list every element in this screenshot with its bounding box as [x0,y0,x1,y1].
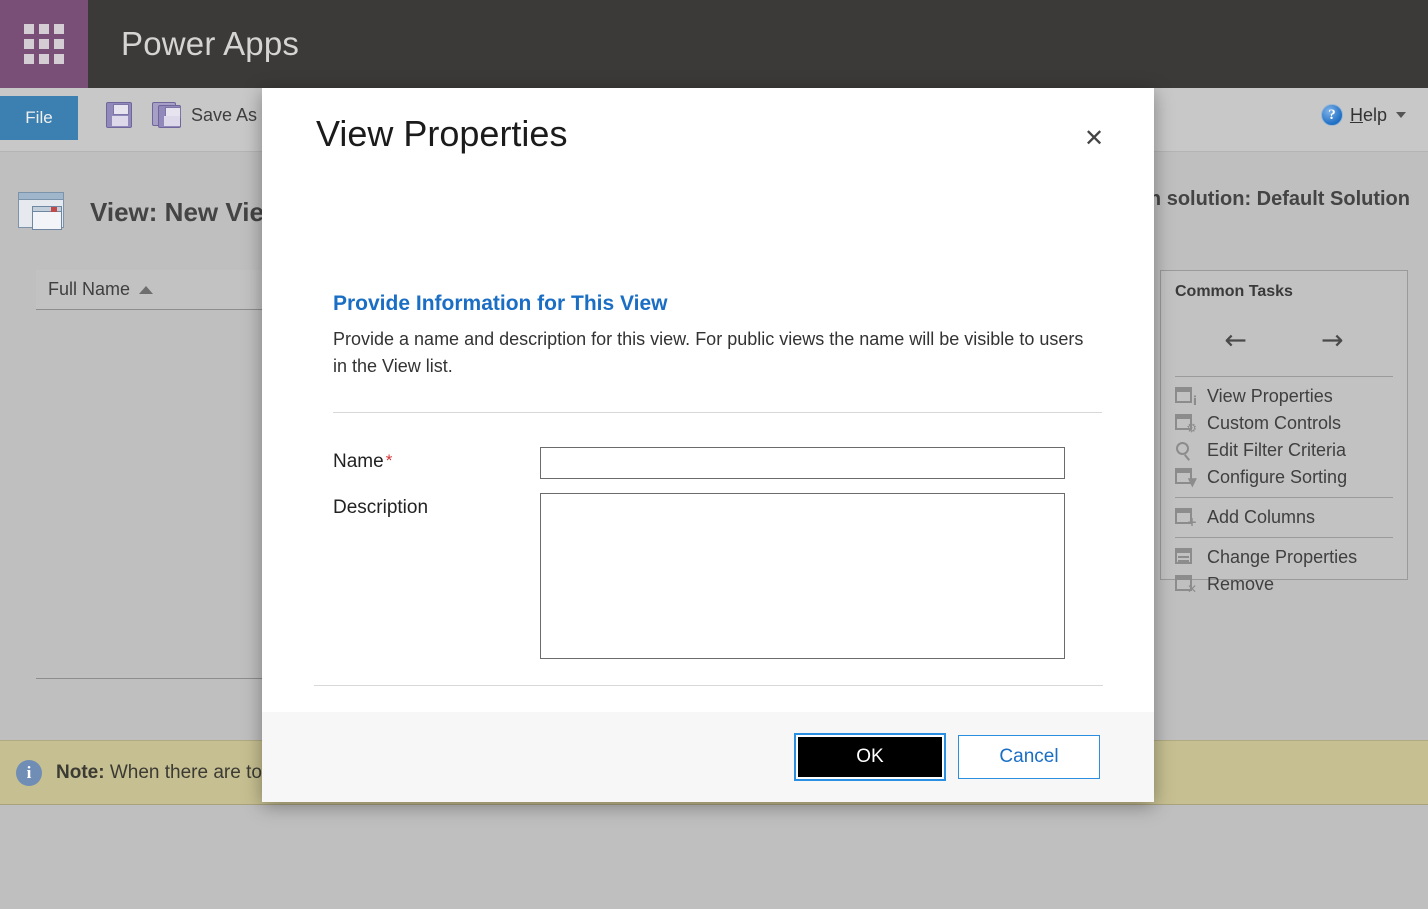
help-label: Help [1350,105,1387,126]
common-tasks-nav: ← → [1175,327,1393,354]
solution-label: on solution: Default Solution [1136,188,1410,210]
form-row-name: Name * [333,447,1102,479]
name-label: Name * [333,447,540,479]
save-as-label: Save As [191,104,258,125]
remove-icon: ✕ [1175,574,1197,595]
dialog-header: View Properties ✕ [262,88,1154,206]
grid-column-header-full-name[interactable]: Full Name [36,279,154,300]
common-task-label: View Properties [1207,386,1333,406]
name-label-text: Name [333,451,384,472]
grid-column-label: Full Name [48,279,131,299]
common-task-edit-filter-criteria[interactable]: Edit Filter Criteria [1175,437,1393,464]
magnifier-icon [1175,441,1197,461]
file-tab[interactable]: File [0,96,78,140]
save-button[interactable] [106,102,132,128]
dialog-body: Provide Information for This View Provid… [262,206,1154,712]
custom-controls-icon: ⚙ [1175,413,1197,434]
common-tasks-title: Common Tasks [1175,283,1293,300]
name-input[interactable] [540,447,1065,479]
dialog-title: View Properties [316,113,568,154]
app-bar: Power Apps [0,0,1428,88]
description-label: Description [333,497,429,518]
save-floppy-icon [106,102,132,128]
arrow-right-icon[interactable]: → [1321,327,1344,354]
app-title: Power Apps [121,25,300,62]
common-task-label: Remove [1207,574,1275,594]
note-body: When there are to [109,761,262,783]
common-task-label: Change Properties [1207,547,1358,567]
divider [1175,376,1393,377]
app-launcher-button[interactable] [0,0,88,88]
arrow-left-icon[interactable]: ← [1224,327,1247,354]
common-task-add-columns[interactable]: + Add Columns [1175,504,1393,531]
app-launcher-waffle-icon [24,24,64,64]
change-properties-icon [1175,547,1197,568]
view-properties-icon: i [1175,386,1197,407]
common-tasks-panel: Common Tasks ← → i View Properties ⚙ Cus… [1160,270,1408,595]
page-title: View: New Vie [90,196,264,227]
save-as-floppy-icon [152,102,182,128]
help-question-icon: ? [1320,104,1343,126]
common-task-change-properties[interactable]: Change Properties [1175,544,1393,571]
sort-ascending-icon [139,285,154,294]
divider [1175,537,1393,538]
info-icon: i [16,759,42,786]
required-asterisk: * [385,451,393,470]
note-text: Note: When there are to [56,762,262,784]
note-prefix: Note: [56,761,105,783]
common-task-configure-sorting[interactable]: ▼ Configure Sorting [1175,464,1393,491]
save-as-button[interactable]: Save As [152,102,257,128]
common-task-label: Configure Sorting [1207,467,1348,487]
dialog-footer: OK Cancel [262,712,1154,802]
ok-button[interactable]: OK [794,733,946,781]
common-task-label: Add Columns [1207,507,1316,527]
common-task-remove[interactable]: ✕ Remove [1175,571,1393,598]
common-task-view-properties[interactable]: i View Properties [1175,383,1393,410]
view-properties-dialog: View Properties ✕ Provide Information fo… [262,88,1154,802]
configure-sorting-icon: ▼ [1175,467,1197,488]
help-menu[interactable]: ? Help [1320,104,1406,126]
help-label-rest: elp [1362,104,1387,125]
view-window-icon [18,190,70,234]
view-header: View: New Vie [18,190,264,234]
common-task-label: Edit Filter Criteria [1207,440,1347,460]
help-accesskey: H [1349,104,1363,125]
divider [314,685,1103,686]
section-heading: Provide Information for This View [333,292,668,315]
section-description: Provide a name and description for this … [333,329,1084,376]
common-task-custom-controls[interactable]: ⚙ Custom Controls [1175,410,1393,437]
add-columns-icon: + [1175,507,1197,528]
form-area: Name * Description [333,413,1102,659]
form-row-description: Description [333,493,1102,659]
close-icon[interactable]: ✕ [1078,122,1110,154]
cancel-button[interactable]: Cancel [958,735,1100,779]
description-input[interactable] [540,493,1065,659]
common-task-label: Custom Controls [1207,413,1342,433]
chevron-down-icon [1396,112,1406,118]
divider [1175,497,1393,498]
